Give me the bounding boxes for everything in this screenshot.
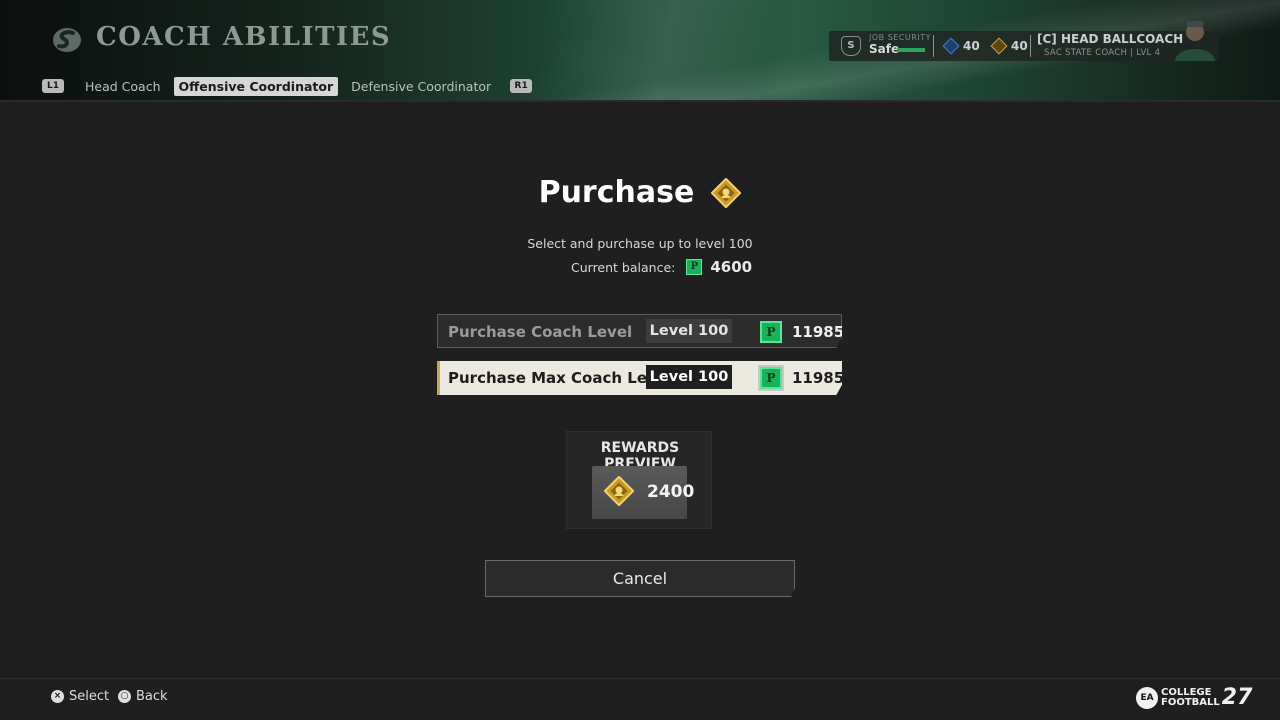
reward-amount: 2400 [647, 482, 695, 502]
purchase-title: Purchase [538, 175, 695, 210]
option-label: Purchase Max Coach Level [448, 369, 673, 387]
purchase-coach-level-option[interactable]: Purchase Coach Level Level 100 P 11985 [437, 314, 842, 348]
job-security-value: Safe [869, 42, 900, 56]
l1-button-icon[interactable]: L1 [42, 79, 64, 93]
current-balance: Current balance: P 4600 [571, 258, 752, 276]
prestige-currency-icon: P [760, 367, 782, 389]
purchase-heading: Purchase [0, 175, 1280, 210]
brand-number: 27 [1221, 685, 1253, 710]
coach-ability-point-icon [604, 476, 634, 506]
option-label: Purchase Coach Level [448, 323, 633, 341]
balance-label: Current balance: [571, 259, 676, 275]
cross-button-icon: × [51, 690, 64, 703]
coach-ability-point-icon [711, 177, 742, 208]
tab-offensive-coordinator[interactable]: Offensive Coordinator [173, 76, 339, 96]
brand-line-1: COLLEGE [1161, 686, 1212, 698]
back-label: Back [136, 689, 168, 704]
option-cost: 11985 [792, 369, 845, 387]
top-header: COACH ABILITIES L1 Head Coach Offensive … [0, 0, 1280, 102]
ea-logo-icon: EA [1136, 686, 1158, 709]
coach-status-panel: S JOB SECURITY Safe 40 40 [C] HEAD BALLC… [829, 21, 1219, 61]
select-hint[interactable]: × Select [51, 689, 109, 704]
option-cost: 11985 [792, 323, 845, 341]
prestige-currency-icon: P [686, 259, 703, 275]
coach-name: [C] HEAD BALLCOACH [1037, 32, 1184, 46]
college-football-27-logo: EA COLLEGE FOOTBALL 27 [1136, 685, 1252, 710]
cancel-button[interactable]: Cancel [485, 560, 795, 597]
divider [933, 35, 934, 57]
level-selector[interactable]: Level 100 [646, 365, 732, 389]
blue-diamond-icon [942, 37, 960, 55]
circle-button-icon: ○ [118, 690, 131, 703]
team-logo-icon [53, 28, 81, 52]
page-title: COACH ABILITIES [96, 22, 392, 52]
brand-wordmark: COLLEGE FOOTBALL [1161, 686, 1220, 708]
gold-diamond-icon [990, 37, 1008, 55]
job-security-bar [897, 48, 925, 52]
select-label: Select [69, 689, 110, 704]
gold-point-count: 40 [1011, 39, 1028, 53]
blue-point-count: 40 [963, 39, 980, 53]
back-hint[interactable]: ○ Back [118, 689, 168, 704]
tab-defensive-coordinator[interactable]: Defensive Coordinator [346, 77, 496, 96]
tab-head-coach[interactable]: Head Coach [80, 77, 166, 96]
school-badge-icon: S [841, 36, 861, 56]
level-selector[interactable]: Level 100 [646, 319, 732, 343]
rewards-preview: REWARDS PREVIEW 2400 [566, 431, 712, 529]
purchase-max-coach-level-option[interactable]: Purchase Max Coach Level Level 100 P 119… [437, 361, 842, 395]
job-security-label: JOB SECURITY [869, 33, 931, 42]
r1-button-icon[interactable]: R1 [510, 79, 533, 93]
divider [1030, 35, 1031, 57]
coach-subtitle: SAC STATE COACH | LVL 4 [1044, 48, 1161, 58]
prestige-currency-icon: P [760, 321, 782, 343]
coach-avatar [1169, 15, 1221, 61]
footer-divider [0, 678, 1280, 679]
tab-bar: L1 Head Coach Offensive Coordinator Defe… [42, 75, 533, 97]
reward-tile: 2400 [592, 466, 694, 519]
balance-value: 4600 [710, 258, 753, 276]
purchase-description: Select and purchase up to level 100 [527, 236, 753, 251]
brand-line-2: FOOTBALL [1161, 696, 1220, 708]
